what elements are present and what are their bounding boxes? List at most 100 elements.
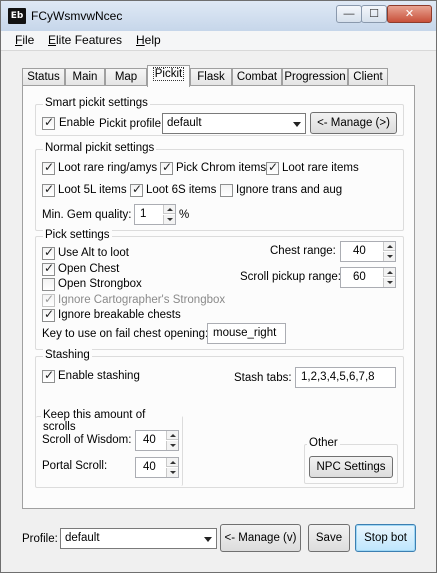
tab-combat-label: Combat [236, 71, 278, 83]
fail-key-input[interactable]: mouse_right [207, 323, 286, 344]
loot-6s-checkbox[interactable] [130, 182, 143, 197]
spin-down-icon[interactable] [166, 468, 178, 477]
pick-settings-group: Pick settings Use Alt to loot Open Chest… [35, 229, 404, 350]
menu-help-label: elp [144, 33, 161, 47]
tab-status[interactable]: Status [22, 68, 65, 86]
tab-client[interactable]: Client [348, 68, 388, 86]
chest-range-label: Chest range: [270, 245, 336, 257]
fail-key-label: Key to use on fail chest opening: [42, 328, 209, 340]
pick-chrom-label: Pick Chrom items [176, 162, 267, 174]
smart-manage-button[interactable]: <- Manage (>) [310, 112, 397, 134]
spin-up-icon[interactable] [383, 268, 395, 277]
loot-rare-items-checkbox[interactable] [266, 160, 279, 175]
loot-5l-label: Loot 5L items [58, 184, 127, 196]
manage-profile-button[interactable]: <- Manage (v) [220, 524, 301, 552]
profile-select[interactable]: default [60, 528, 217, 549]
menu-help[interactable]: Help [136, 33, 161, 47]
spin-up-icon[interactable] [383, 242, 395, 251]
spin-down-icon[interactable] [383, 252, 395, 261]
tab-progression[interactable]: Progression [282, 68, 348, 86]
pick-chrom-checkbox[interactable] [160, 160, 173, 175]
stash-tabs-label: Stash tabs: [234, 372, 292, 384]
spin-down-icon[interactable] [163, 215, 175, 224]
tab-map-label: Map [114, 71, 138, 83]
open-chest-label: Open Chest [58, 263, 120, 275]
app-icon: Eb [8, 8, 26, 24]
other-title: Other [307, 437, 340, 449]
pick-settings-title: Pick settings [43, 229, 112, 241]
scroll-range-stepper[interactable]: 60 [340, 267, 396, 288]
chevron-down-icon [293, 122, 301, 127]
spin-down-icon[interactable] [383, 278, 395, 287]
chevron-down-icon [204, 537, 212, 542]
portal-label: Portal Scroll: [42, 460, 108, 472]
tab-flask[interactable]: Flask [190, 68, 232, 86]
spin-up-icon[interactable] [163, 205, 175, 214]
chest-range-value: 40 [353, 245, 366, 257]
tab-status-label: Status [27, 71, 60, 83]
open-chest-checkbox[interactable] [42, 261, 55, 276]
normal-pickit-title: Normal pickit settings [43, 142, 157, 154]
pickit-profile-value: default [167, 117, 202, 129]
tab-combat[interactable]: Combat [232, 68, 282, 86]
profile-value: default [65, 532, 100, 544]
save-button[interactable]: Save [308, 524, 350, 552]
gem-quality-label: Min. Gem quality: [42, 209, 132, 221]
open-strongbox-checkbox[interactable] [42, 278, 55, 291]
gem-quality-unit: % [179, 209, 190, 221]
enable-stashing-label: Enable stashing [58, 370, 140, 382]
ignore-breakable-label: Ignore breakable chests [58, 309, 181, 321]
wisdom-stepper[interactable]: 40 [135, 430, 179, 451]
portal-value: 40 [143, 461, 156, 473]
ignore-trans-aug-checkbox[interactable] [220, 184, 233, 197]
tab-pickit[interactable]: Pickit [147, 65, 190, 87]
use-alt-checkbox[interactable] [42, 245, 55, 260]
enable-stashing-checkbox[interactable] [42, 368, 55, 383]
loot-rare-ring-checkbox[interactable] [42, 160, 55, 175]
menu-file[interactable]: File [15, 33, 34, 47]
tab-map[interactable]: Map [105, 68, 147, 86]
loot-5l-checkbox[interactable] [42, 182, 55, 197]
minimize-button[interactable]: — [336, 5, 362, 23]
spin-up-icon[interactable] [166, 458, 178, 467]
main-window: Eb FCyWsmvwNcec — ☐ ✕ File Elite Feature… [0, 0, 437, 573]
spin-down-icon[interactable] [166, 441, 178, 450]
pickit-tab-panel: Smart pickit settings Enable Pickit prof… [22, 85, 415, 509]
smart-enable-checkbox[interactable] [42, 115, 55, 130]
close-button[interactable]: ✕ [387, 5, 432, 23]
ignore-breakable-checkbox[interactable] [42, 307, 55, 322]
smart-pickit-title: Smart pickit settings [43, 97, 150, 109]
menu-elite-mnemonic: E [48, 33, 57, 47]
spin-up-icon[interactable] [166, 431, 178, 440]
scroll-range-value: 60 [353, 271, 366, 283]
gem-quality-value: 1 [140, 208, 147, 220]
tab-flask-label: Flask [197, 71, 225, 83]
open-strongbox-label: Open Strongbox [58, 278, 142, 290]
window-title: FCyWsmvwNcec [31, 9, 123, 23]
chest-range-stepper[interactable]: 40 [340, 241, 396, 262]
npc-settings-button[interactable]: NPC Settings [309, 456, 393, 478]
menu-elite-features[interactable]: Elite Features [48, 33, 122, 47]
ignore-trans-aug-label: Ignore trans and aug [236, 184, 343, 196]
scroll-range-label: Scroll pickup range: [240, 271, 341, 283]
gem-quality-stepper[interactable]: 1 [134, 204, 176, 225]
tab-progression-label: Progression [284, 71, 346, 83]
menu-bar: File Elite Features Help [1, 31, 436, 51]
scrolls-group: Keep this amount of scrolls Scroll of Wi… [36, 409, 183, 486]
pickit-profile-select[interactable]: default [162, 113, 306, 134]
stashing-title: Stashing [43, 349, 92, 361]
maximize-button[interactable]: ☐ [361, 5, 387, 23]
stop-bot-button[interactable]: Stop bot [355, 524, 416, 552]
menu-elite-label: lite Features [56, 33, 123, 47]
tab-main[interactable]: Main [65, 68, 105, 86]
loot-6s-label: Loot 6S items [146, 184, 217, 196]
portal-stepper[interactable]: 40 [135, 457, 179, 478]
title-bar[interactable]: Eb FCyWsmvwNcec — ☐ ✕ [1, 1, 436, 31]
loot-rare-items-label: Loot rare items [282, 162, 359, 174]
menu-help-mnemonic: H [136, 33, 145, 47]
tab-client-label: Client [353, 71, 383, 83]
other-group: Other NPC Settings [304, 437, 398, 484]
loot-rare-ring-label: Loot rare ring/amys [58, 162, 158, 174]
stash-tabs-input[interactable]: 1,2,3,4,5,6,7,8 [295, 367, 396, 388]
use-alt-label: Use Alt to loot [58, 247, 129, 259]
